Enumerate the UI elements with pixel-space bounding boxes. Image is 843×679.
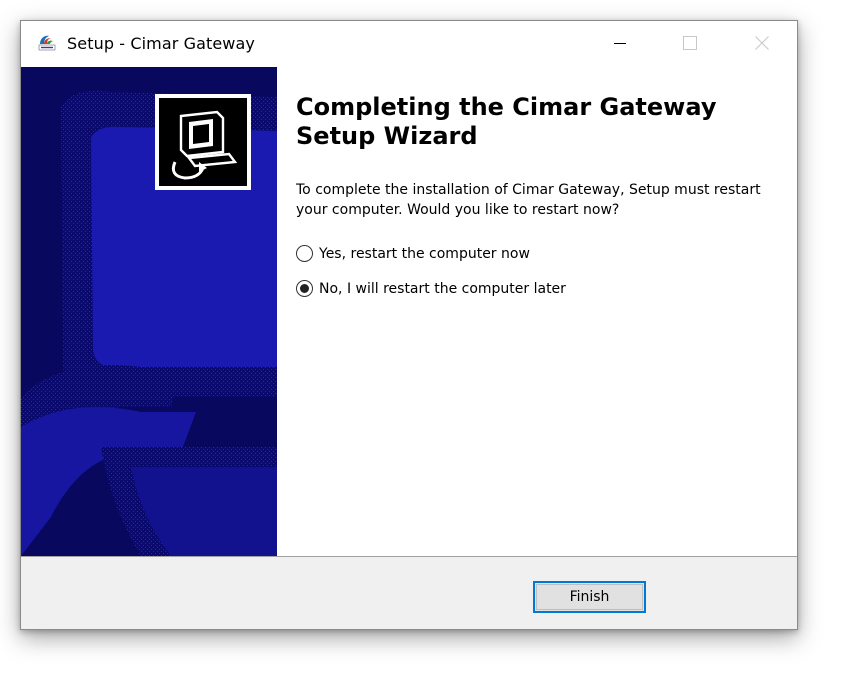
finish-button[interactable]: Finish	[533, 581, 646, 613]
restart-now-radio[interactable]	[296, 245, 313, 262]
title-bar[interactable]: Setup - Cimar Gateway	[21, 21, 797, 67]
restart-now-option[interactable]: Yes, restart the computer now	[296, 245, 530, 262]
maximize-icon	[683, 36, 697, 50]
computer-setup-icon	[171, 110, 238, 180]
minimize-icon	[614, 43, 626, 44]
window-title: Setup - Cimar Gateway	[67, 34, 255, 53]
wizard-heading: Completing the Cimar Gateway Setup Wizar…	[296, 93, 717, 150]
wizard-side-banner	[21, 67, 277, 556]
setup-wizard-window: Setup - Cimar Gateway Completing the Cim…	[20, 20, 798, 630]
restart-later-label[interactable]: No, I will restart the computer later	[319, 281, 566, 297]
wizard-content: Completing the Cimar Gateway Setup Wizar…	[277, 67, 797, 556]
wizard-icon-background	[159, 98, 247, 186]
wizard-icon-frame	[155, 94, 251, 190]
cimar-app-icon	[38, 35, 56, 51]
close-button[interactable]	[739, 21, 785, 65]
restart-message: To complete the installation of Cimar Ga…	[296, 182, 761, 218]
restart-later-radio[interactable]	[296, 280, 313, 297]
restart-now-label[interactable]: Yes, restart the computer now	[319, 246, 530, 262]
wizard-footer: Finish	[21, 557, 797, 629]
maximize-button[interactable]	[667, 21, 713, 65]
minimize-button[interactable]	[597, 21, 643, 65]
restart-later-option[interactable]: No, I will restart the computer later	[296, 280, 566, 297]
close-icon	[755, 36, 769, 50]
